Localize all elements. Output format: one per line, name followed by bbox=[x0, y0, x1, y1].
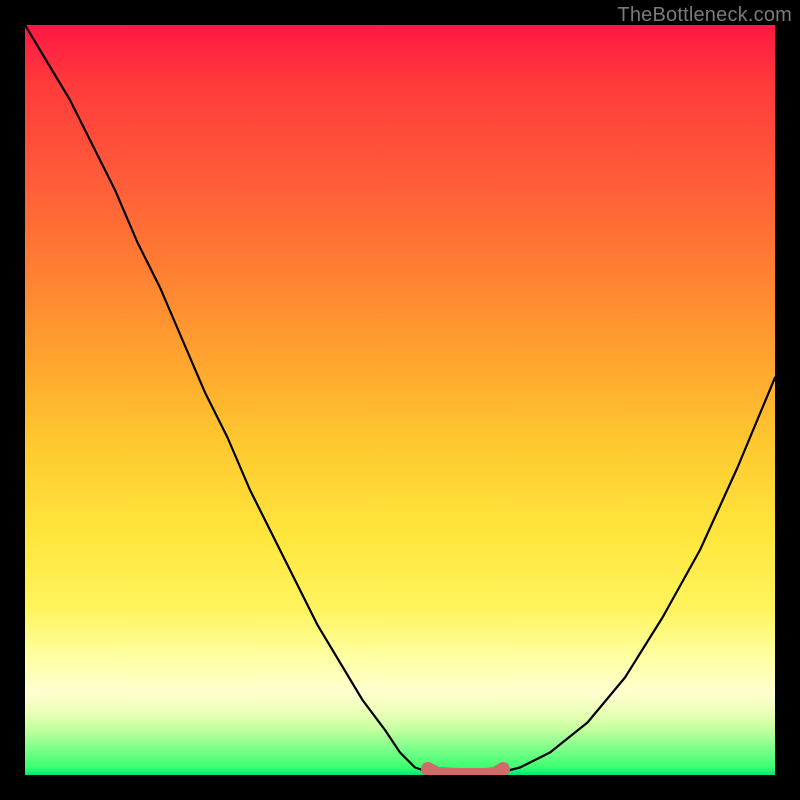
curve-line bbox=[25, 25, 775, 775]
watermark-text: TheBottleneck.com bbox=[617, 4, 792, 27]
chart-frame: TheBottleneck.com bbox=[0, 0, 800, 800]
plot-area bbox=[25, 25, 775, 775]
plot-svg bbox=[25, 25, 775, 775]
highlight-segment bbox=[428, 769, 503, 775]
